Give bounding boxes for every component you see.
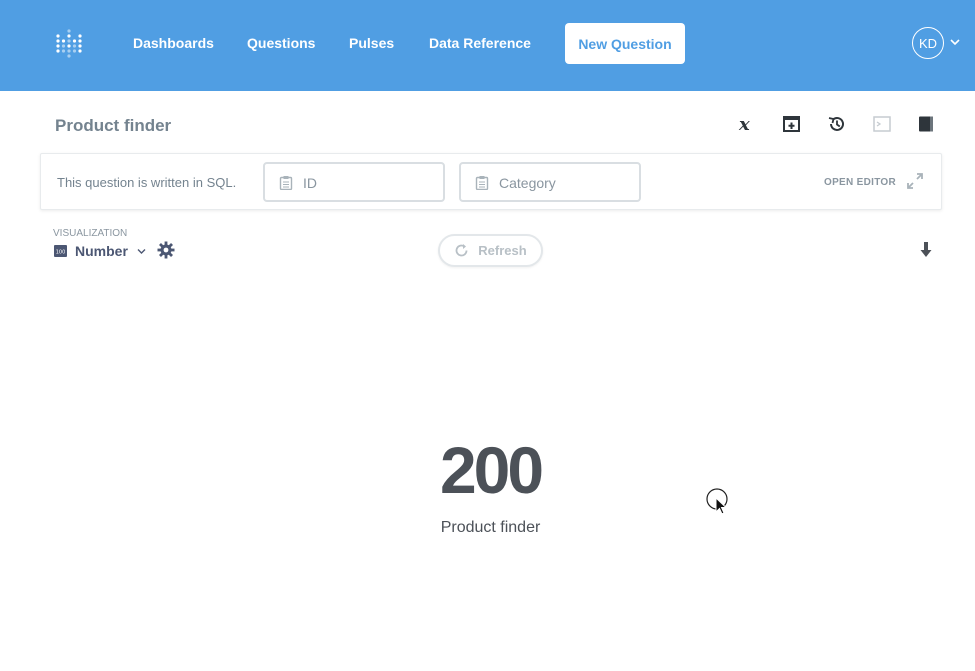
category-parameter-field[interactable]: Category [459, 162, 641, 202]
id-parameter-field[interactable]: ID [263, 162, 445, 202]
refresh-button[interactable]: Refresh [438, 234, 543, 267]
open-editor-link[interactable]: OPEN EDITOR [824, 177, 896, 188]
nav-dashboards-link[interactable]: Dashboards [133, 35, 214, 51]
parameter-bar: This question is written in SQL. ID Cate… [40, 153, 942, 210]
history-icon[interactable] [827, 114, 847, 134]
visualization-type-picker[interactable]: 100 Number [54, 242, 146, 260]
clipboard-icon [279, 176, 293, 190]
new-question-button[interactable]: New Question [565, 23, 685, 64]
nav-questions-link[interactable]: Questions [247, 35, 315, 51]
number-viz-icon: 100 [54, 245, 67, 257]
nav-pulses-link[interactable]: Pulses [349, 35, 394, 51]
add-to-dashboard-icon[interactable] [782, 114, 802, 134]
mouse-pointer-icon [706, 488, 728, 515]
visualization-type-name: Number [75, 243, 128, 259]
chevron-down-icon[interactable] [950, 38, 960, 46]
sql-console-icon[interactable] [872, 114, 892, 134]
chevron-down-icon [137, 248, 146, 254]
category-parameter-label: Category [499, 175, 556, 191]
refresh-icon [455, 244, 468, 257]
clipboard-icon [475, 176, 489, 190]
metabase-logo-icon[interactable] [55, 28, 83, 60]
svg-text:100: 100 [56, 249, 66, 255]
reference-book-icon[interactable] [916, 114, 936, 134]
scalar-value: 200 [439, 433, 544, 507]
visualization-label: VISUALIZATION [53, 228, 128, 239]
refresh-label: Refresh [478, 243, 527, 258]
download-icon[interactable] [918, 241, 934, 259]
id-parameter-label: ID [303, 175, 317, 191]
user-avatar[interactable]: KD [912, 27, 944, 59]
variable-x-icon[interactable]: x [738, 114, 758, 134]
scalar-title[interactable]: Product finder [0, 519, 975, 537]
nav-data-reference-link[interactable]: Data Reference [429, 35, 531, 51]
question-title: Product finder [55, 116, 172, 135]
sql-question-note: This question is written in SQL. [57, 175, 237, 190]
expand-icon[interactable] [905, 171, 925, 191]
gear-icon[interactable] [157, 241, 175, 259]
svg-text:x: x [738, 114, 750, 134]
top-nav: Dashboards Questions Pulses Data Referen… [0, 0, 975, 91]
